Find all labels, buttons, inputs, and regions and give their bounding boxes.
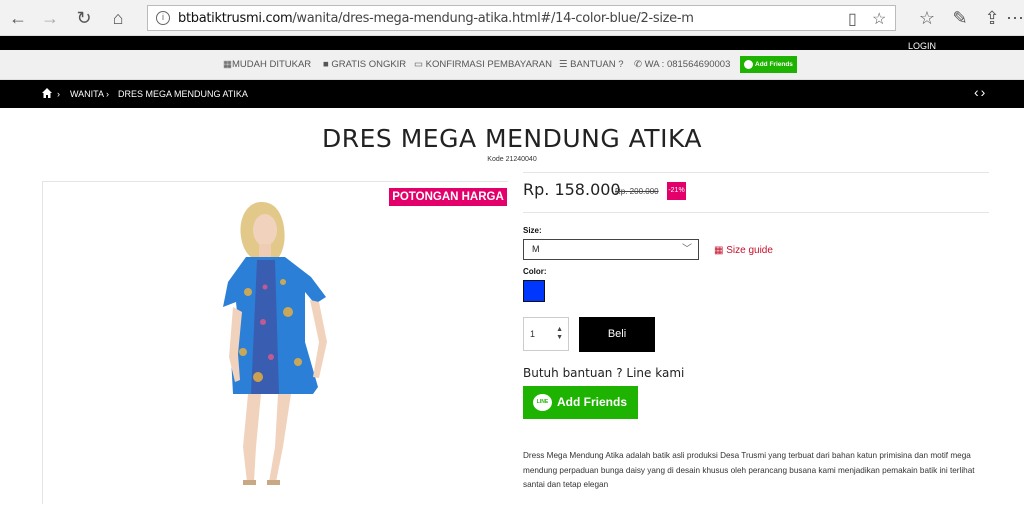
forward-icon[interactable]: → bbox=[38, 6, 62, 30]
color-label: Color: bbox=[523, 267, 547, 276]
size-select[interactable]: M ﹀ bbox=[523, 239, 699, 260]
pager-arrows-icon[interactable]: ‹› bbox=[974, 84, 987, 100]
money-icon: ▭ bbox=[414, 59, 423, 70]
product-code: Kode 21240040 bbox=[487, 156, 537, 163]
promo-badge: POTONGAN HARGA bbox=[389, 188, 507, 206]
refresh-icon[interactable]: ↻ bbox=[72, 6, 96, 30]
table-icon: ▦ bbox=[714, 245, 724, 256]
buy-button[interactable]: Beli bbox=[579, 317, 655, 352]
back-icon[interactable]: ← bbox=[6, 6, 30, 30]
breadcrumb-wanita[interactable]: WANITA bbox=[70, 89, 104, 99]
list-icon: ☰ bbox=[559, 59, 568, 70]
divider bbox=[523, 212, 989, 213]
model-photo bbox=[223, 202, 327, 485]
quantity-stepper[interactable]: 1 ▲ ▼ bbox=[523, 317, 569, 351]
more-icon[interactable]: ⋯ bbox=[1006, 6, 1024, 30]
info-item-konfirmasi[interactable]: ▭ KONFIRMASI PEMBAYARAN bbox=[414, 59, 552, 70]
size-guide-link[interactable]: ▦ Size guide bbox=[714, 245, 773, 256]
line-icon bbox=[744, 60, 753, 69]
chevron-down-icon: ﹀ bbox=[682, 244, 692, 255]
info-icon[interactable]: i bbox=[156, 11, 170, 25]
truck-icon: ■ bbox=[323, 59, 329, 70]
favorite-star-icon[interactable]: ☆ bbox=[872, 9, 886, 29]
stepper-arrows-icon[interactable]: ▲ ▼ bbox=[556, 326, 563, 342]
chevron-right-icon: › bbox=[106, 89, 109, 99]
color-swatch-blue[interactable] bbox=[523, 280, 545, 302]
share-icon[interactable]: ⇪ bbox=[980, 6, 1004, 30]
product-title: DRES MEGA MENDUNG ATIKA bbox=[321, 124, 703, 153]
help-text: Butuh bantuan ? Line kami bbox=[523, 366, 685, 380]
browser-toolbar: ← → ↻ ⌂ i btbatiktrusmi.com/wanita/dres-… bbox=[0, 0, 1024, 36]
add-friends-label: Add Friends bbox=[557, 395, 628, 409]
pen-icon[interactable]: ✎ bbox=[948, 6, 972, 30]
favorites-icon[interactable]: ☆ bbox=[915, 6, 939, 30]
info-item-mudah-ditukar[interactable]: ▦MUDAH DITUKAR bbox=[223, 59, 311, 70]
line-icon: LINE bbox=[533, 394, 552, 411]
quantity-value: 1 bbox=[530, 329, 536, 339]
size-value: M bbox=[532, 244, 540, 254]
discount-badge: -21% bbox=[667, 182, 686, 200]
breadcrumb-current: DRES MEGA MENDUNG ATIKA bbox=[118, 89, 248, 99]
home-icon[interactable] bbox=[42, 88, 52, 98]
product-price: Rp. 158.000 bbox=[523, 180, 621, 199]
phone-icon: ✆ bbox=[634, 59, 642, 70]
product-image[interactable] bbox=[42, 181, 508, 504]
top-black-bar bbox=[0, 36, 1024, 50]
info-item-gratis-ongkir[interactable]: ■ GRATIS ONGKIR bbox=[323, 59, 406, 70]
calendar-icon: ▦ bbox=[223, 59, 232, 70]
size-label: Size: bbox=[523, 226, 542, 235]
info-item-bantuan[interactable]: ☰ BANTUAN ? bbox=[559, 59, 624, 70]
add-friends-small-button[interactable]: Add Friends bbox=[740, 56, 797, 73]
old-price: Rp. 200.000 bbox=[615, 187, 659, 196]
add-friends-button[interactable]: LINE Add Friends bbox=[523, 386, 638, 419]
info-item-wa[interactable]: ✆ WA : 081564690003 bbox=[634, 59, 730, 70]
product-description: Dress Mega Mendung Atika adalah batik as… bbox=[523, 451, 975, 489]
home-icon[interactable]: ⌂ bbox=[106, 6, 130, 30]
chevron-right-icon: › bbox=[57, 89, 60, 99]
add-friends-small-label: Add Friends bbox=[755, 61, 793, 68]
reading-view-icon[interactable]: ▯ bbox=[848, 9, 857, 29]
url-text[interactable]: btbatiktrusmi.com/wanita/dres-mega-mendu… bbox=[178, 11, 694, 26]
divider bbox=[523, 172, 989, 173]
address-bar[interactable]: i btbatiktrusmi.com/wanita/dres-mega-men… bbox=[147, 5, 896, 31]
